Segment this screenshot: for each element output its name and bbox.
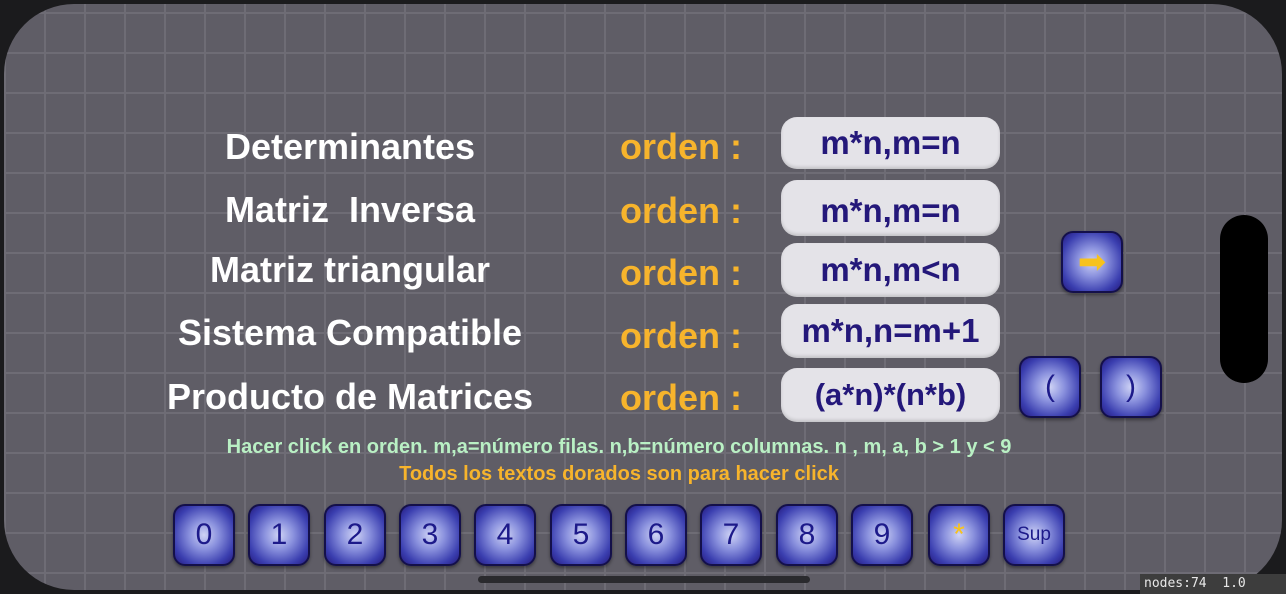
key-5[interactable]: 5: [550, 504, 612, 566]
key-1[interactable]: 1: [248, 504, 310, 566]
label-matriz-inversa: Matriz Inversa: [224, 189, 476, 230]
orden-link-matriz-inversa[interactable]: orden :: [620, 190, 742, 232]
debug-stats: nodes:74 1.0: [1140, 574, 1286, 594]
next-button[interactable]: ➡: [1061, 231, 1123, 293]
key-7[interactable]: 7: [700, 504, 762, 566]
key-8[interactable]: 8: [776, 504, 838, 566]
key-9[interactable]: 9: [851, 504, 913, 566]
fps-readout: 1.0: [1222, 576, 1246, 591]
home-indicator: [478, 576, 810, 583]
open-paren-button[interactable]: (: [1019, 356, 1081, 418]
label-sistema-compatible: Sistema Compatible: [177, 312, 523, 353]
key-6[interactable]: 6: [625, 504, 687, 566]
key-3[interactable]: 3: [399, 504, 461, 566]
gold-note-text: Todos los textos dorados son para hacer …: [399, 463, 839, 485]
key-delete[interactable]: Sup: [1003, 504, 1065, 566]
instructions-text: Hacer click en orden. m,a=número filas. …: [226, 436, 1012, 458]
label-producto-matrices: Producto de Matrices: [166, 376, 534, 417]
close-paren-button[interactable]: ): [1100, 356, 1162, 418]
key-4[interactable]: 4: [474, 504, 536, 566]
orden-link-determinantes[interactable]: orden :: [620, 126, 742, 168]
node-count: nodes:74: [1144, 576, 1207, 591]
order-field-sistema-compatible[interactable]: m*n,n=m+1: [781, 304, 1000, 358]
device-notch: [1220, 215, 1268, 383]
label-matriz-triangular: Matriz triangular: [209, 249, 491, 290]
order-field-matriz-triangular[interactable]: m*n,m<n: [781, 243, 1000, 297]
label-determinantes: Determinantes: [224, 126, 476, 167]
order-field-matriz-inversa[interactable]: m*n,m=n: [781, 180, 1000, 236]
order-field-producto-matrices[interactable]: (a*n)*(n*b): [781, 368, 1000, 422]
order-field-determinantes[interactable]: m*n,m=n: [781, 117, 1000, 169]
orden-link-producto-matrices[interactable]: orden :: [620, 377, 742, 419]
orden-link-matriz-triangular[interactable]: orden :: [620, 252, 742, 294]
orden-link-sistema-compatible[interactable]: orden :: [620, 315, 742, 357]
key-multiply[interactable]: *: [928, 504, 990, 566]
key-0[interactable]: 0: [173, 504, 235, 566]
arrow-right-icon: ➡: [1077, 243, 1107, 281]
key-2[interactable]: 2: [324, 504, 386, 566]
app-screen: Determinantes Matriz Inversa Matriz tria…: [4, 4, 1282, 590]
